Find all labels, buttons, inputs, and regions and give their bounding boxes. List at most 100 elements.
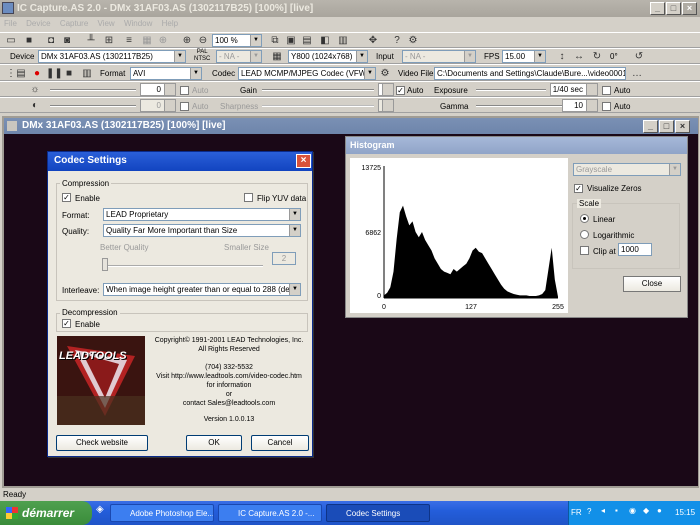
task-photoshop[interactable]: Adobe Photoshop Ele... bbox=[110, 504, 214, 522]
video-file-field[interactable]: C:\Documents and Settings\Claude\Bure...… bbox=[434, 67, 626, 80]
help-pointer-icon[interactable]: ? bbox=[390, 34, 404, 47]
histogram-mode-select[interactable]: Grayscale ▼ bbox=[573, 163, 681, 176]
save-icon[interactable]: ■ bbox=[22, 34, 36, 47]
new-icon[interactable]: ▭ bbox=[4, 34, 18, 47]
logarithmic-radio[interactable] bbox=[580, 230, 589, 239]
flip-horizontal-icon[interactable]: ↔ bbox=[572, 50, 586, 63]
sharpness-slider[interactable] bbox=[262, 105, 374, 107]
zoom-select[interactable]: 100 % ▼ bbox=[212, 34, 262, 47]
quality-select[interactable]: Quality Far More Important than Size ▼ bbox=[103, 224, 301, 237]
brightness-slider[interactable] bbox=[50, 89, 136, 91]
menu-capture[interactable]: Capture bbox=[60, 19, 88, 28]
exposure-value[interactable]: 1/40 sec bbox=[550, 83, 598, 96]
grayscale-icon[interactable]: ◧ bbox=[318, 34, 332, 47]
gain-slider[interactable] bbox=[262, 89, 374, 91]
input-select[interactable]: - NA - ▼ bbox=[402, 50, 476, 63]
ati-icon[interactable]: ◆ bbox=[643, 506, 649, 515]
record-icon[interactable]: ● bbox=[30, 67, 44, 80]
codec-close-icon[interactable]: × bbox=[296, 154, 311, 168]
flip-vertical-icon[interactable]: ↕ bbox=[555, 50, 569, 63]
live-close-button[interactable]: × bbox=[675, 120, 690, 133]
contrast-auto-checkbox[interactable] bbox=[180, 102, 189, 111]
contrast-slider[interactable] bbox=[50, 105, 136, 107]
gain-auto-checkbox[interactable]: ✓ bbox=[396, 86, 405, 95]
live-window-title-bar[interactable]: DMx 31AF03.AS (1302117B25) [100%] [live] bbox=[4, 118, 698, 134]
color-format-icon[interactable]: ▦ bbox=[140, 34, 154, 47]
camera-icon[interactable]: ◘ bbox=[44, 34, 58, 47]
visualize-zeros-checkbox[interactable]: ✓ bbox=[574, 184, 583, 193]
move-icon[interactable]: ✥ bbox=[366, 34, 380, 47]
quality-size-slider[interactable] bbox=[103, 265, 263, 267]
gamma-auto-checkbox[interactable] bbox=[602, 102, 611, 111]
histogram-close-button[interactable]: Close bbox=[623, 276, 681, 292]
decompression-enable-checkbox[interactable]: ✓ bbox=[62, 319, 71, 328]
exposure-auto-checkbox[interactable] bbox=[602, 86, 611, 95]
brightness-auto-checkbox[interactable] bbox=[180, 86, 189, 95]
rotate-icon[interactable]: ↻ bbox=[590, 50, 604, 63]
capture-settings-icon[interactable]: ▤ bbox=[14, 67, 28, 80]
grid-icon[interactable]: ⊕ bbox=[156, 34, 170, 47]
contrast-value[interactable]: 0 bbox=[140, 99, 176, 112]
security-icon[interactable]: ◉ bbox=[629, 506, 636, 515]
clip-at-input[interactable]: 1000 bbox=[618, 243, 652, 256]
histogram-icon[interactable]: ╨ bbox=[84, 34, 98, 47]
task-ic-capture[interactable]: IC Capture.AS 2.0 -... bbox=[218, 504, 322, 522]
fit-window-icon[interactable]: ⧉ bbox=[268, 34, 282, 47]
histogram-title-bar[interactable]: Histogram bbox=[346, 137, 687, 154]
zoom-out-icon[interactable]: ⊖ bbox=[196, 34, 210, 47]
codec-dialog-title-bar[interactable]: Codec Settings bbox=[48, 152, 312, 171]
brightness-value[interactable]: 0 bbox=[140, 83, 176, 96]
menu-window[interactable]: Window bbox=[124, 19, 152, 28]
maximize-button[interactable]: □ bbox=[666, 2, 681, 15]
compression-format-select[interactable]: LEAD Proprietary ▼ bbox=[103, 208, 301, 221]
fullscreen-icon[interactable]: ▣ bbox=[284, 34, 298, 47]
volume-icon[interactable]: ◂ bbox=[601, 506, 605, 515]
codec-properties-icon[interactable]: ⚙ bbox=[378, 67, 392, 80]
task-codec-settings[interactable]: Codec Settings bbox=[326, 504, 430, 522]
exposure-slider[interactable] bbox=[476, 89, 546, 91]
gamma-value[interactable]: 10 bbox=[562, 99, 598, 112]
interleave-select[interactable]: When image height greater than or equal … bbox=[103, 283, 301, 296]
linear-radio[interactable] bbox=[580, 214, 589, 223]
size-ratio-field[interactable]: 2 bbox=[272, 252, 296, 265]
cancel-button[interactable]: Cancel bbox=[251, 435, 309, 451]
check-website-button[interactable]: Check website bbox=[56, 435, 148, 451]
browse-icon[interactable]: … bbox=[630, 67, 644, 80]
snapshot-icon[interactable]: ◙ bbox=[60, 34, 74, 47]
language-indicator[interactable]: FR bbox=[571, 508, 582, 517]
clip-at-checkbox[interactable] bbox=[580, 246, 589, 255]
live-minimize-button[interactable]: _ bbox=[643, 120, 658, 133]
flip-yuv-checkbox[interactable] bbox=[244, 193, 253, 202]
gain-value[interactable] bbox=[378, 83, 394, 96]
rotation-value[interactable]: 0° bbox=[610, 52, 618, 61]
rotate-ccw-icon[interactable]: ↺ bbox=[632, 50, 646, 63]
device-select[interactable]: DMx 31AF03.AS (1302117B25) ▼ bbox=[38, 50, 186, 63]
quality-slider-thumb[interactable] bbox=[102, 258, 108, 271]
network-icon[interactable]: ▪ bbox=[615, 506, 618, 515]
codec-select[interactable]: LEAD MCMP/MJPEG Codec (VFW) ▼ bbox=[238, 67, 376, 80]
minimize-button[interactable]: _ bbox=[650, 2, 665, 15]
quicklaunch-icon[interactable]: ◈ bbox=[96, 504, 110, 520]
live-maximize-button[interactable]: □ bbox=[659, 120, 674, 133]
close-button[interactable]: × bbox=[682, 2, 697, 15]
fps-select[interactable]: 15.00 ▼ bbox=[502, 50, 546, 63]
menu-device[interactable]: Device bbox=[26, 19, 50, 28]
overlay-icon[interactable]: ▤ bbox=[300, 34, 314, 47]
video-format-select[interactable]: Y800 (1024x768) ▼ bbox=[288, 50, 368, 63]
settings-icon[interactable]: ⚙ bbox=[406, 34, 420, 47]
device-settings-icon[interactable]: ≡ bbox=[122, 34, 136, 47]
properties-icon[interactable]: ⊞ bbox=[102, 34, 116, 47]
video-settings-icon[interactable]: ▥ bbox=[80, 67, 94, 80]
compression-enable-checkbox[interactable]: ✓ bbox=[62, 193, 71, 202]
menu-view[interactable]: View bbox=[98, 19, 115, 28]
stop-icon[interactable]: ■ bbox=[62, 67, 76, 80]
antivirus-icon[interactable]: ● bbox=[657, 506, 662, 515]
file-format-select[interactable]: AVI ▼ bbox=[130, 67, 202, 80]
pause-icon[interactable]: ❚❚ bbox=[46, 67, 63, 80]
ok-button[interactable]: OK bbox=[186, 435, 242, 451]
sharpness-value[interactable] bbox=[378, 99, 394, 112]
menu-help[interactable]: Help bbox=[162, 19, 178, 28]
video-norm-select[interactable]: - NA - ▼ bbox=[216, 50, 262, 63]
frame-icon[interactable]: ▥ bbox=[336, 34, 350, 47]
menu-file[interactable]: File bbox=[4, 19, 17, 28]
